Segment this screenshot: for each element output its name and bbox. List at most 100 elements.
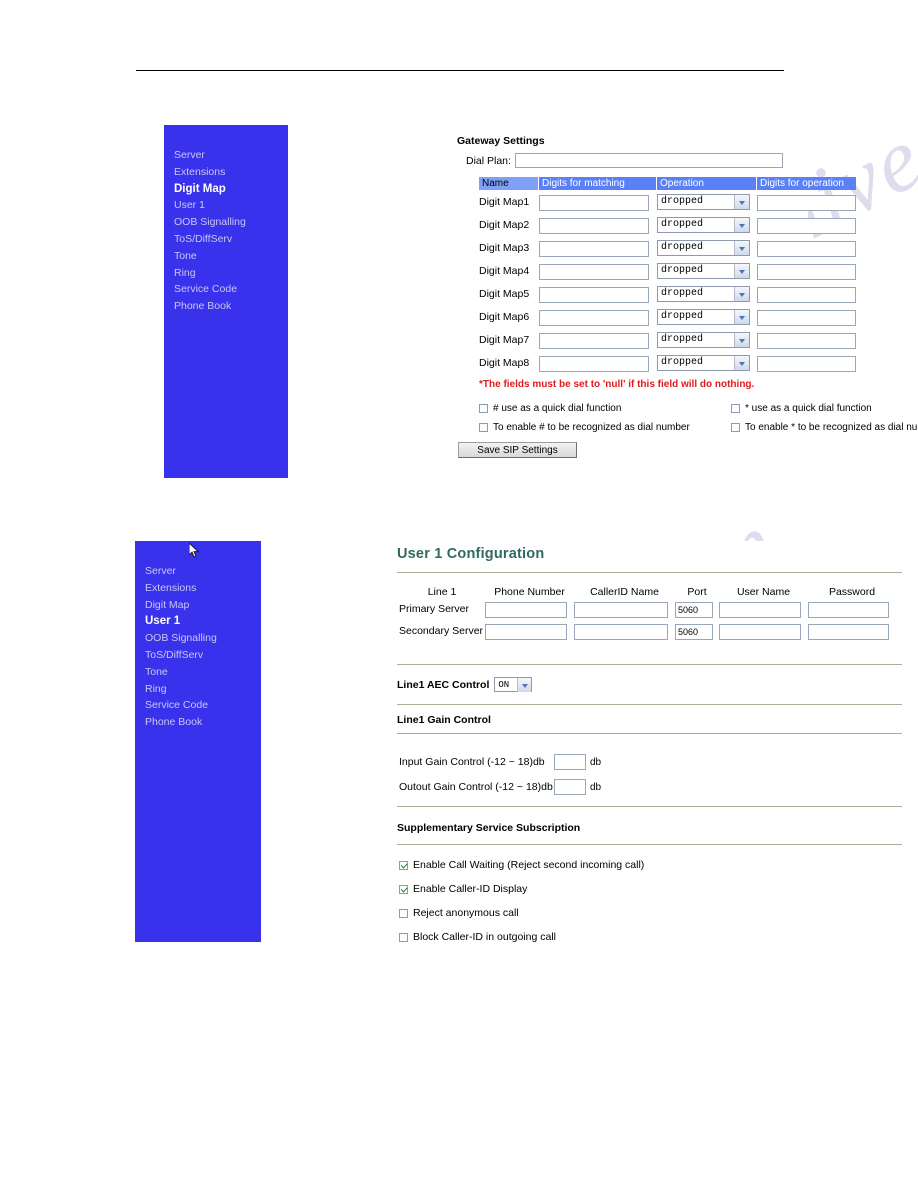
operation-select[interactable]: dropped: [657, 262, 750, 279]
aec-control-select[interactable]: ON: [494, 677, 533, 692]
aec-control-label: Line1 AEC Control: [397, 678, 490, 691]
chevron-down-icon[interactable]: [734, 332, 749, 347]
operation-select[interactable]: dropped: [657, 216, 750, 233]
sidebar-item-tos-diffserv[interactable]: ToS/DiffServ: [145, 647, 271, 664]
sidebar-item-digit-map[interactable]: Digit Map: [174, 181, 298, 198]
sidebar-item-tos-diffserv[interactable]: ToS/DiffServ: [174, 231, 298, 248]
sidebar-item-server[interactable]: Server: [174, 147, 298, 164]
checkbox-enable-call-waiting[interactable]: Enable Call Waiting (Reject second incom…: [399, 859, 644, 871]
digits-for-operation-input[interactable]: [757, 332, 856, 349]
digits-for-operation-input[interactable]: [757, 240, 856, 257]
operation-select[interactable]: dropped: [657, 308, 750, 325]
checkbox-enable-caller-id-display[interactable]: Enable Caller-ID Display: [399, 883, 527, 895]
chevron-down-icon[interactable]: [734, 309, 749, 324]
user-name-input[interactable]: [719, 602, 801, 618]
checkbox-label: * use as a quick dial function: [745, 403, 872, 414]
digits-for-operation-input[interactable]: [757, 355, 856, 372]
digits-for-matching-input[interactable]: [539, 309, 649, 326]
page-header-rule: [136, 70, 784, 71]
checkbox-box[interactable]: [731, 404, 740, 413]
digits-for-matching-input[interactable]: [539, 263, 649, 280]
operation-select[interactable]: dropped: [657, 239, 750, 256]
chevron-down-icon[interactable]: [734, 286, 749, 301]
dial-plan-row: Dial Plan:: [466, 153, 783, 168]
chevron-down-icon[interactable]: [734, 355, 749, 370]
checkbox-box[interactable]: [399, 860, 408, 870]
digit-map-name: Digit Map4: [479, 264, 530, 277]
save-sip-settings-button[interactable]: Save SIP Settings: [458, 442, 577, 458]
column-header-digits-operation: Digits for operation: [757, 177, 856, 190]
sidebar-item-ring[interactable]: Ring: [174, 265, 298, 282]
input-gain-field[interactable]: [554, 754, 586, 770]
output-gain-field[interactable]: [554, 779, 586, 795]
sidebar-item-user-1[interactable]: User 1: [145, 613, 271, 630]
output-gain-label: Outout Gain Control (-12 ~ 18)db: [399, 781, 553, 793]
checkbox-star-dial-number[interactable]: To enable * to be recognized as dial num…: [731, 422, 918, 433]
digits-for-matching-input[interactable]: [539, 332, 649, 349]
callerid-name-input[interactable]: [574, 624, 668, 640]
server-table-rows: Primary Server Secondary Server: [399, 598, 896, 642]
digits-for-matching-input[interactable]: [539, 217, 649, 234]
chevron-down-icon[interactable]: [517, 678, 532, 692]
checkbox-hash-dial-number[interactable]: To enable # to be recognized as dial num…: [479, 422, 690, 433]
input-gain-unit: db: [590, 756, 602, 768]
checkbox-reject-anonymous-call[interactable]: Reject anonymous call: [399, 907, 519, 919]
operation-select[interactable]: dropped: [657, 285, 750, 302]
checkbox-box[interactable]: [399, 884, 408, 894]
sidebar-item-extensions[interactable]: Extensions: [174, 164, 298, 181]
sidebar-item-oob-signalling[interactable]: OOB Signalling: [174, 214, 298, 231]
digits-for-operation-input[interactable]: [757, 263, 856, 280]
chevron-down-icon[interactable]: [734, 240, 749, 255]
sidebar-item-service-code[interactable]: Service Code: [145, 697, 271, 714]
sidebar-item-server[interactable]: Server: [145, 563, 271, 580]
digits-for-matching-input[interactable]: [539, 355, 649, 372]
checkbox-box[interactable]: [479, 423, 488, 432]
table-row: Digit Map1 dropped: [479, 190, 856, 213]
sidebar-item-user-1[interactable]: User 1: [174, 197, 298, 214]
digits-for-operation-input[interactable]: [757, 286, 856, 303]
checkbox-hash-quick-dial[interactable]: # use as a quick dial function: [479, 403, 621, 414]
chevron-down-icon[interactable]: [734, 194, 749, 209]
divider: [397, 572, 902, 573]
sidebar-item-extensions[interactable]: Extensions: [145, 580, 271, 597]
server-row-label: Primary Server: [399, 603, 470, 615]
digits-for-operation-input[interactable]: [757, 217, 856, 234]
digits-for-matching-input[interactable]: [539, 240, 649, 257]
input-gain-label: Input Gain Control (-12 ~ 18)db: [399, 756, 545, 768]
sidebar-item-phone-book[interactable]: Phone Book: [174, 298, 298, 315]
sidebar-item-service-code[interactable]: Service Code: [174, 281, 298, 298]
callerid-name-input[interactable]: [574, 602, 668, 618]
chevron-down-icon[interactable]: [734, 217, 749, 232]
sidebar-item-ring[interactable]: Ring: [145, 681, 271, 698]
operation-select[interactable]: dropped: [657, 193, 750, 210]
sidebar-item-tone[interactable]: Tone: [145, 664, 271, 681]
digits-for-operation-input[interactable]: [757, 309, 856, 326]
sidebar-item-tone[interactable]: Tone: [174, 248, 298, 265]
digits-for-operation-input[interactable]: [757, 194, 856, 211]
sidebar-item-oob-signalling[interactable]: OOB Signalling: [145, 630, 271, 647]
port-input[interactable]: [675, 624, 713, 640]
password-input[interactable]: [808, 624, 889, 640]
checkbox-star-quick-dial[interactable]: * use as a quick dial function: [731, 403, 872, 414]
operation-select[interactable]: dropped: [657, 354, 750, 371]
checkbox-box[interactable]: [399, 932, 408, 942]
checkbox-box[interactable]: [731, 423, 740, 432]
divider: [397, 733, 902, 734]
operation-select[interactable]: dropped: [657, 331, 750, 348]
checkbox-box[interactable]: [399, 908, 408, 918]
checkbox-box[interactable]: [479, 404, 488, 413]
phone-number-input[interactable]: [485, 602, 567, 618]
table-row: Digit Map5 dropped: [479, 282, 856, 305]
dial-plan-input[interactable]: [514, 153, 783, 168]
port-input[interactable]: [675, 602, 713, 618]
table-row: Primary Server: [399, 598, 896, 620]
user-name-input[interactable]: [719, 624, 801, 640]
digits-for-matching-input[interactable]: [539, 194, 649, 211]
password-input[interactable]: [808, 602, 889, 618]
chevron-down-icon[interactable]: [734, 263, 749, 278]
phone-number-input[interactable]: [485, 624, 567, 640]
sidebar-item-digit-map[interactable]: Digit Map: [145, 597, 271, 614]
digits-for-matching-input[interactable]: [539, 286, 649, 303]
checkbox-block-caller-id-outgoing[interactable]: Block Caller-ID in outgoing call: [399, 931, 556, 943]
sidebar-item-phone-book[interactable]: Phone Book: [145, 714, 271, 731]
